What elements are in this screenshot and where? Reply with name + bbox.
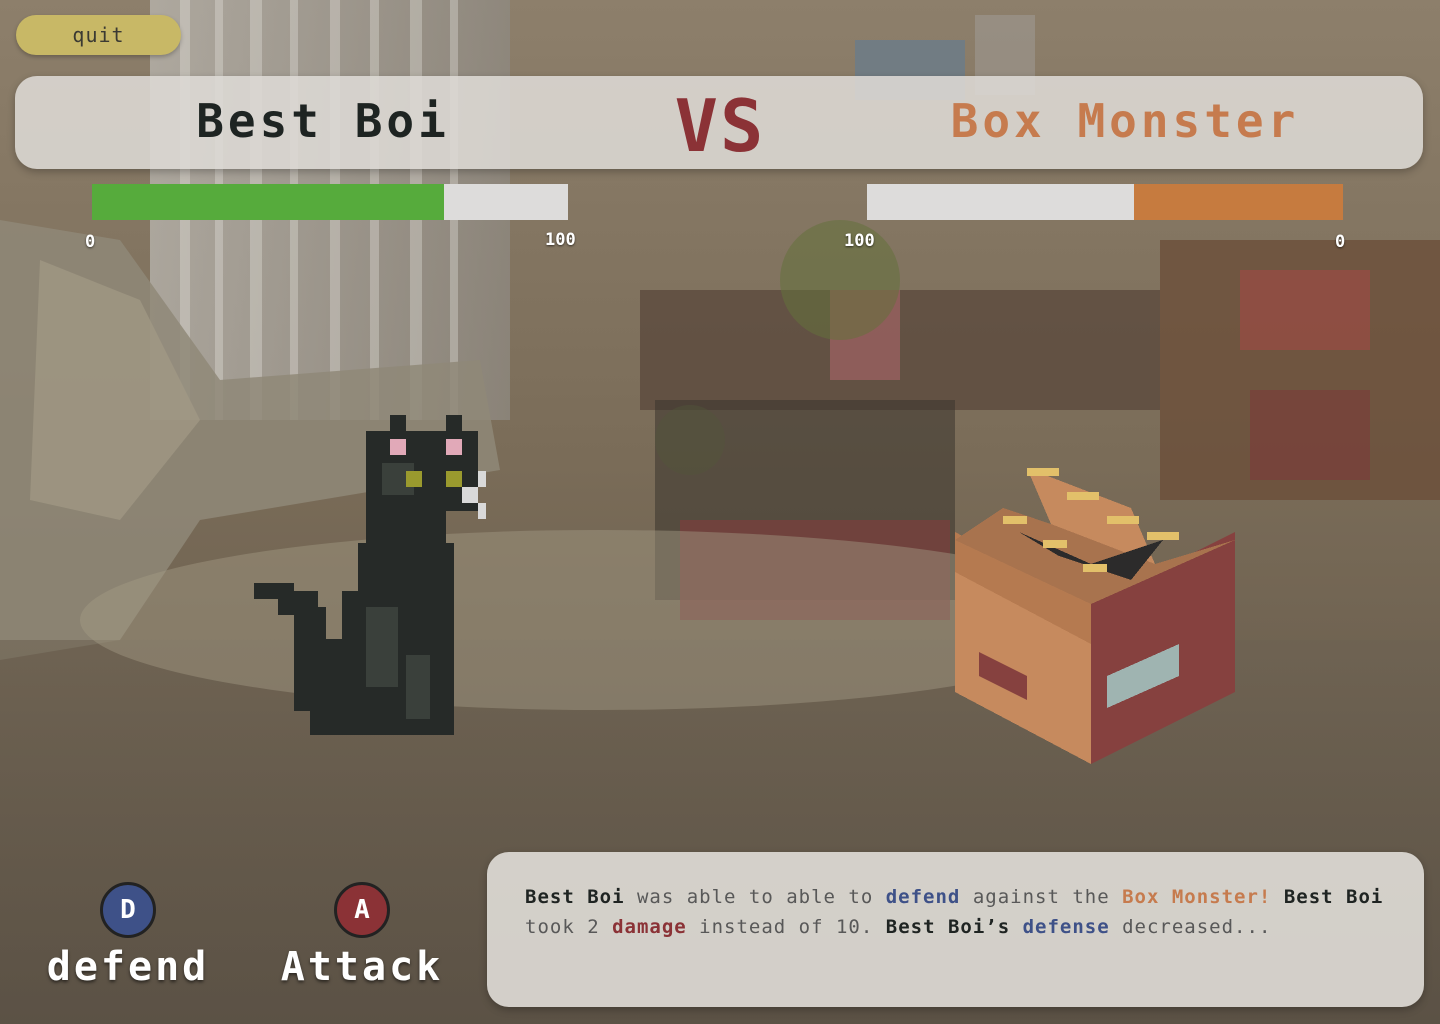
- message-segment: [1010, 916, 1022, 938]
- message-segment: defend: [885, 886, 961, 908]
- message-segment: defense: [1022, 916, 1110, 938]
- enemy-health-min-label: 0: [1335, 232, 1346, 252]
- battle-message-panel: Best Boi was able to able to defend agai…: [487, 852, 1424, 1007]
- attack-key-badge[interactable]: A: [334, 882, 390, 938]
- player-health-bar: [92, 184, 568, 220]
- message-segment: decreased...: [1109, 916, 1272, 938]
- message-segment: [1271, 886, 1283, 908]
- message-segment: took 2: [525, 916, 613, 938]
- quit-button[interactable]: quit: [16, 15, 181, 55]
- player-health-max-label: 100: [545, 230, 576, 250]
- attack-action-button[interactable]: A Attack: [262, 882, 462, 990]
- box-monster-sprite: [955, 468, 1235, 764]
- message-segment: Best Boi: [1283, 886, 1384, 908]
- message-segment: instead of 10.: [686, 916, 886, 938]
- player-name: Best Boi: [196, 94, 450, 148]
- enemy-health-max-label: 100: [844, 231, 875, 251]
- message-segment: was able to able to: [624, 886, 886, 908]
- message-segment: Best Boi’s: [885, 916, 1011, 938]
- defend-action-button[interactable]: D defend: [28, 882, 228, 990]
- battle-header: Best Boi VS Box Monster: [15, 76, 1423, 169]
- enemy-health-bar: [867, 184, 1343, 220]
- message-segment: damage: [612, 916, 687, 938]
- vs-label: VS: [674, 84, 766, 168]
- battle-message-text: Best Boi was able to able to defend agai…: [525, 882, 1385, 942]
- black-cat-sprite: [254, 415, 486, 735]
- enemy-health-fill: [1133, 184, 1343, 220]
- player-health-fill: [92, 184, 445, 220]
- enemy-name: Box Monster: [950, 94, 1300, 148]
- message-segment: Box Monster!: [1122, 886, 1272, 908]
- message-segment: Best Boi: [525, 886, 625, 908]
- message-segment: against the: [960, 886, 1123, 908]
- defend-label[interactable]: defend: [47, 944, 210, 990]
- player-health-min-label: 0: [85, 232, 96, 252]
- attack-label[interactable]: Attack: [281, 944, 444, 990]
- defend-key-badge[interactable]: D: [100, 882, 156, 938]
